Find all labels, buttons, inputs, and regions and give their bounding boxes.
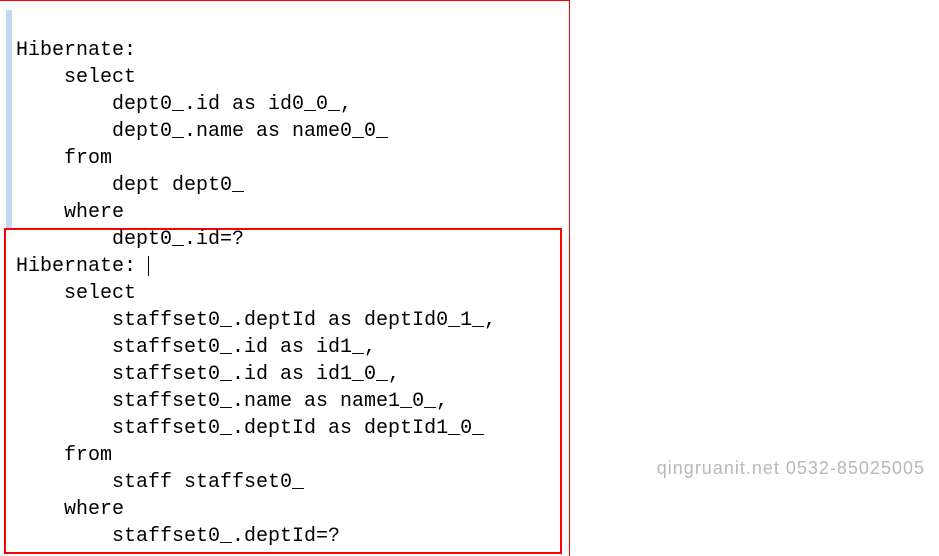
b1-l0: select (16, 66, 136, 89)
sql-block-1: Hibernate: select dept0_.id as id0_0_, d… (16, 37, 496, 253)
b2-l8: where (16, 498, 124, 521)
b1-l6: dept0_.id=? (16, 228, 244, 251)
b2-l2: staffset0_.id as id1_, (16, 336, 376, 359)
hibernate-label-2: Hibernate: (16, 255, 136, 278)
b2-l3: staffset0_.id as id1_0_, (16, 363, 400, 386)
b1-l3: from (16, 147, 112, 170)
b1-l1: dept0_.id as id0_0_, (16, 93, 352, 116)
watermark-text: qingruanit.net 0532-85025005 (657, 455, 925, 482)
b1-l2: dept0_.name as name0_0_ (16, 120, 388, 143)
b2-l4: staffset0_.name as name1_0_, (16, 390, 448, 413)
b2-l5: staffset0_.deptId as deptId1_0_ (16, 417, 484, 440)
selection-highlight (6, 10, 12, 228)
b2-l9: staffset0_.deptId=? (16, 525, 340, 548)
hibernate-label-1: Hibernate: (16, 39, 136, 62)
b2-l1: staffset0_.deptId as deptId0_1_, (16, 309, 496, 332)
text-cursor (148, 256, 149, 276)
b1-l4: dept dept0_ (16, 174, 244, 197)
b2-l0: select (16, 282, 136, 305)
b2-l7: staff staffset0_ (16, 471, 304, 494)
b1-l5: where (16, 201, 124, 224)
code-block: Hibernate: select dept0_.id as id0_0_, d… (16, 10, 496, 550)
b2-l6: from (16, 444, 112, 467)
sql-block-2: Hibernate: select staffset0_.deptId as d… (16, 253, 496, 550)
